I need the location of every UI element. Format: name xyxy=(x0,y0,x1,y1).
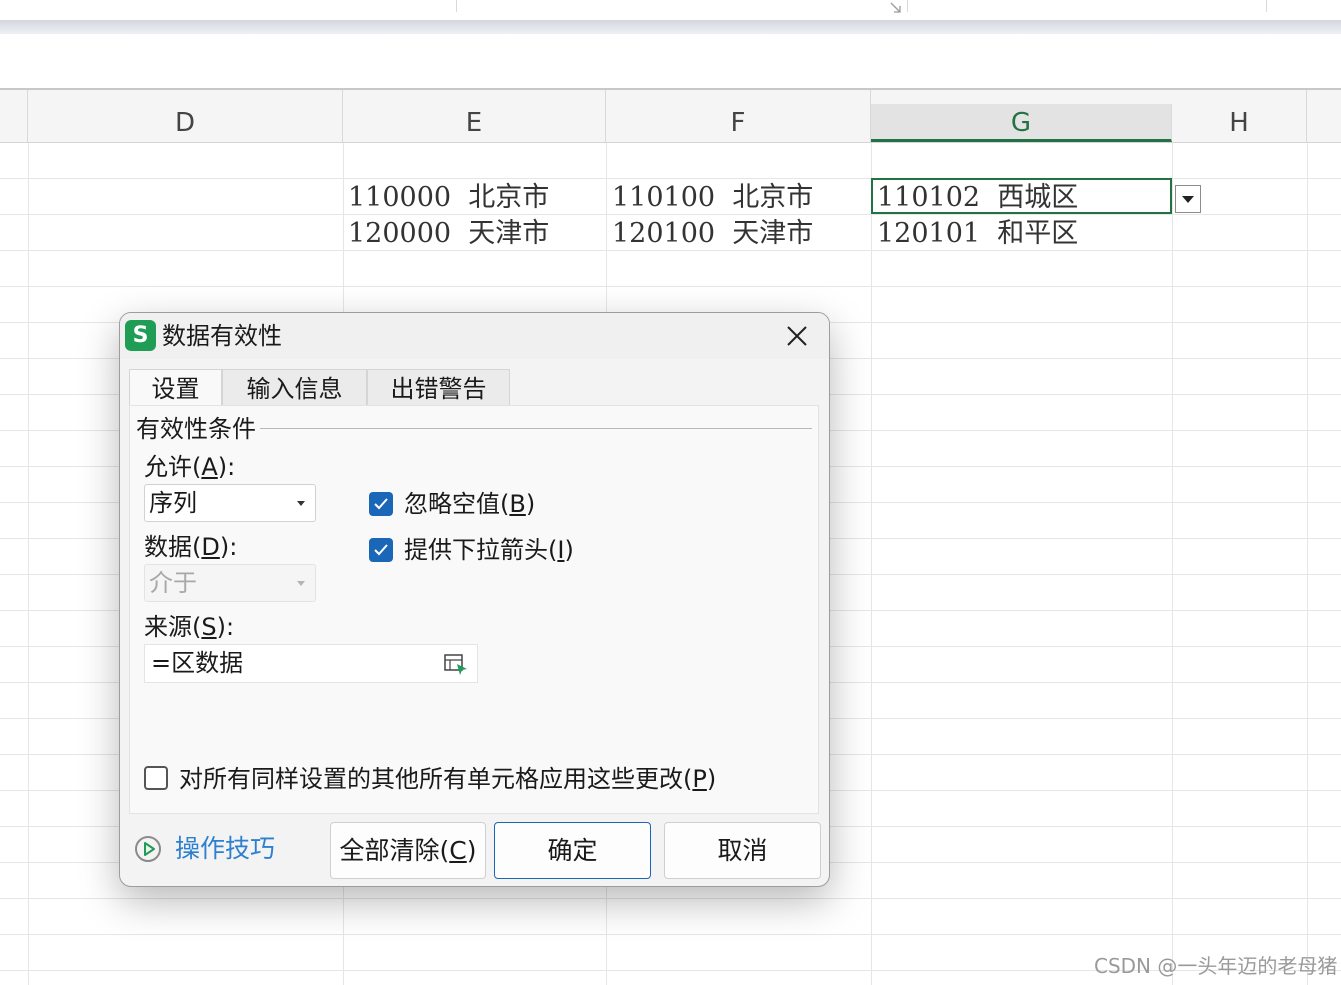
dialog-titlebar[interactable]: S 数据有效性 xyxy=(120,313,829,359)
range-picker-icon[interactable] xyxy=(443,652,469,676)
apply-to-all-label[interactable]: 对所有同样设置的其他所有单元格应用这些更改(P) xyxy=(179,764,716,794)
column-header-g[interactable]: G xyxy=(871,104,1172,142)
data-select-value: 介于 xyxy=(149,569,197,597)
allow-select[interactable]: 序列 xyxy=(144,484,316,522)
dialog-launcher-icon[interactable] xyxy=(890,2,902,14)
tab-settings[interactable]: 设置 xyxy=(129,369,222,407)
grid-line xyxy=(1307,143,1308,985)
watermark-text: CSDN @一头年迈的老母猪 xyxy=(1094,954,1338,978)
active-cell-border xyxy=(871,178,1172,214)
allow-select-value: 序列 xyxy=(149,489,197,517)
validation-criteria-label: 有效性条件 xyxy=(136,414,260,444)
cell-e2[interactable]: 110000 北京市 xyxy=(348,180,549,216)
column-header-row: D E F G H xyxy=(0,90,1341,143)
column-header-d[interactable]: D xyxy=(28,90,343,142)
close-button[interactable] xyxy=(780,321,814,351)
ribbon-separator xyxy=(1266,0,1267,12)
source-input[interactable]: =区数据 xyxy=(144,644,478,683)
checkmark-icon xyxy=(374,498,388,510)
grid-line xyxy=(871,143,872,985)
ok-button[interactable]: 确定 xyxy=(494,822,651,879)
grid-line xyxy=(0,898,1341,899)
settings-panel: 有效性条件 允许(A): 序列 数据(D): 介于 忽略空值(B) 提供下拉箭头… xyxy=(129,405,819,814)
grid-line xyxy=(0,934,1341,935)
in-cell-dropdown-checkbox[interactable] xyxy=(369,538,393,562)
grid-line xyxy=(28,143,29,985)
ribbon-separator xyxy=(456,0,457,12)
grid-line xyxy=(1172,143,1173,985)
ribbon-separator xyxy=(907,0,908,12)
cell-e3[interactable]: 120000 天津市 xyxy=(348,216,549,252)
operation-tips-link[interactable]: 操作技巧 xyxy=(175,833,275,865)
column-header-h[interactable]: H xyxy=(1172,90,1307,142)
source-input-value: =区数据 xyxy=(151,649,244,677)
data-validation-dialog: S 数据有效性 设置 输入信息 出错警告 有效性条件 允许(A): 序列 数据(… xyxy=(119,312,830,887)
cell-f2[interactable]: 110100 北京市 xyxy=(612,180,813,216)
in-cell-dropdown-label[interactable]: 提供下拉箭头(I) xyxy=(404,535,574,565)
data-select: 介于 xyxy=(144,564,316,602)
allow-label: 允许(A): xyxy=(144,453,236,481)
ribbon-shadow xyxy=(0,20,1341,34)
source-label: 来源(S): xyxy=(144,613,235,641)
column-header-c[interactable] xyxy=(0,90,28,142)
checkmark-icon xyxy=(374,544,388,556)
ribbon-bottom-edge xyxy=(0,0,1341,20)
data-label: 数据(D): xyxy=(144,533,238,561)
tab-error-alert[interactable]: 出错警告 xyxy=(367,369,510,405)
wps-app-icon: S xyxy=(125,320,156,351)
column-header-e[interactable]: E xyxy=(343,90,606,142)
chevron-down-icon xyxy=(1182,195,1194,203)
ignore-blank-checkbox[interactable] xyxy=(369,492,393,516)
tab-input-message[interactable]: 输入信息 xyxy=(222,369,367,405)
cancel-button[interactable]: 取消 xyxy=(664,822,821,879)
cell-dropdown-button[interactable] xyxy=(1175,185,1201,213)
caret-down-icon xyxy=(297,581,305,586)
column-header-f[interactable]: F xyxy=(606,90,871,142)
ignore-blank-label[interactable]: 忽略空值(B) xyxy=(404,489,535,519)
caret-down-icon xyxy=(297,501,305,506)
dialog-title: 数据有效性 xyxy=(162,322,282,350)
cell-g3[interactable]: 120101 和平区 xyxy=(877,216,1078,252)
close-icon xyxy=(787,326,807,346)
formula-bar-area[interactable] xyxy=(0,34,1341,90)
cell-f3[interactable]: 120100 天津市 xyxy=(612,216,813,252)
play-tips-icon[interactable] xyxy=(134,835,162,863)
apply-to-all-checkbox[interactable] xyxy=(144,766,168,790)
grid-line xyxy=(0,286,1341,287)
clear-all-button[interactable]: 全部清除(C) xyxy=(330,822,486,879)
